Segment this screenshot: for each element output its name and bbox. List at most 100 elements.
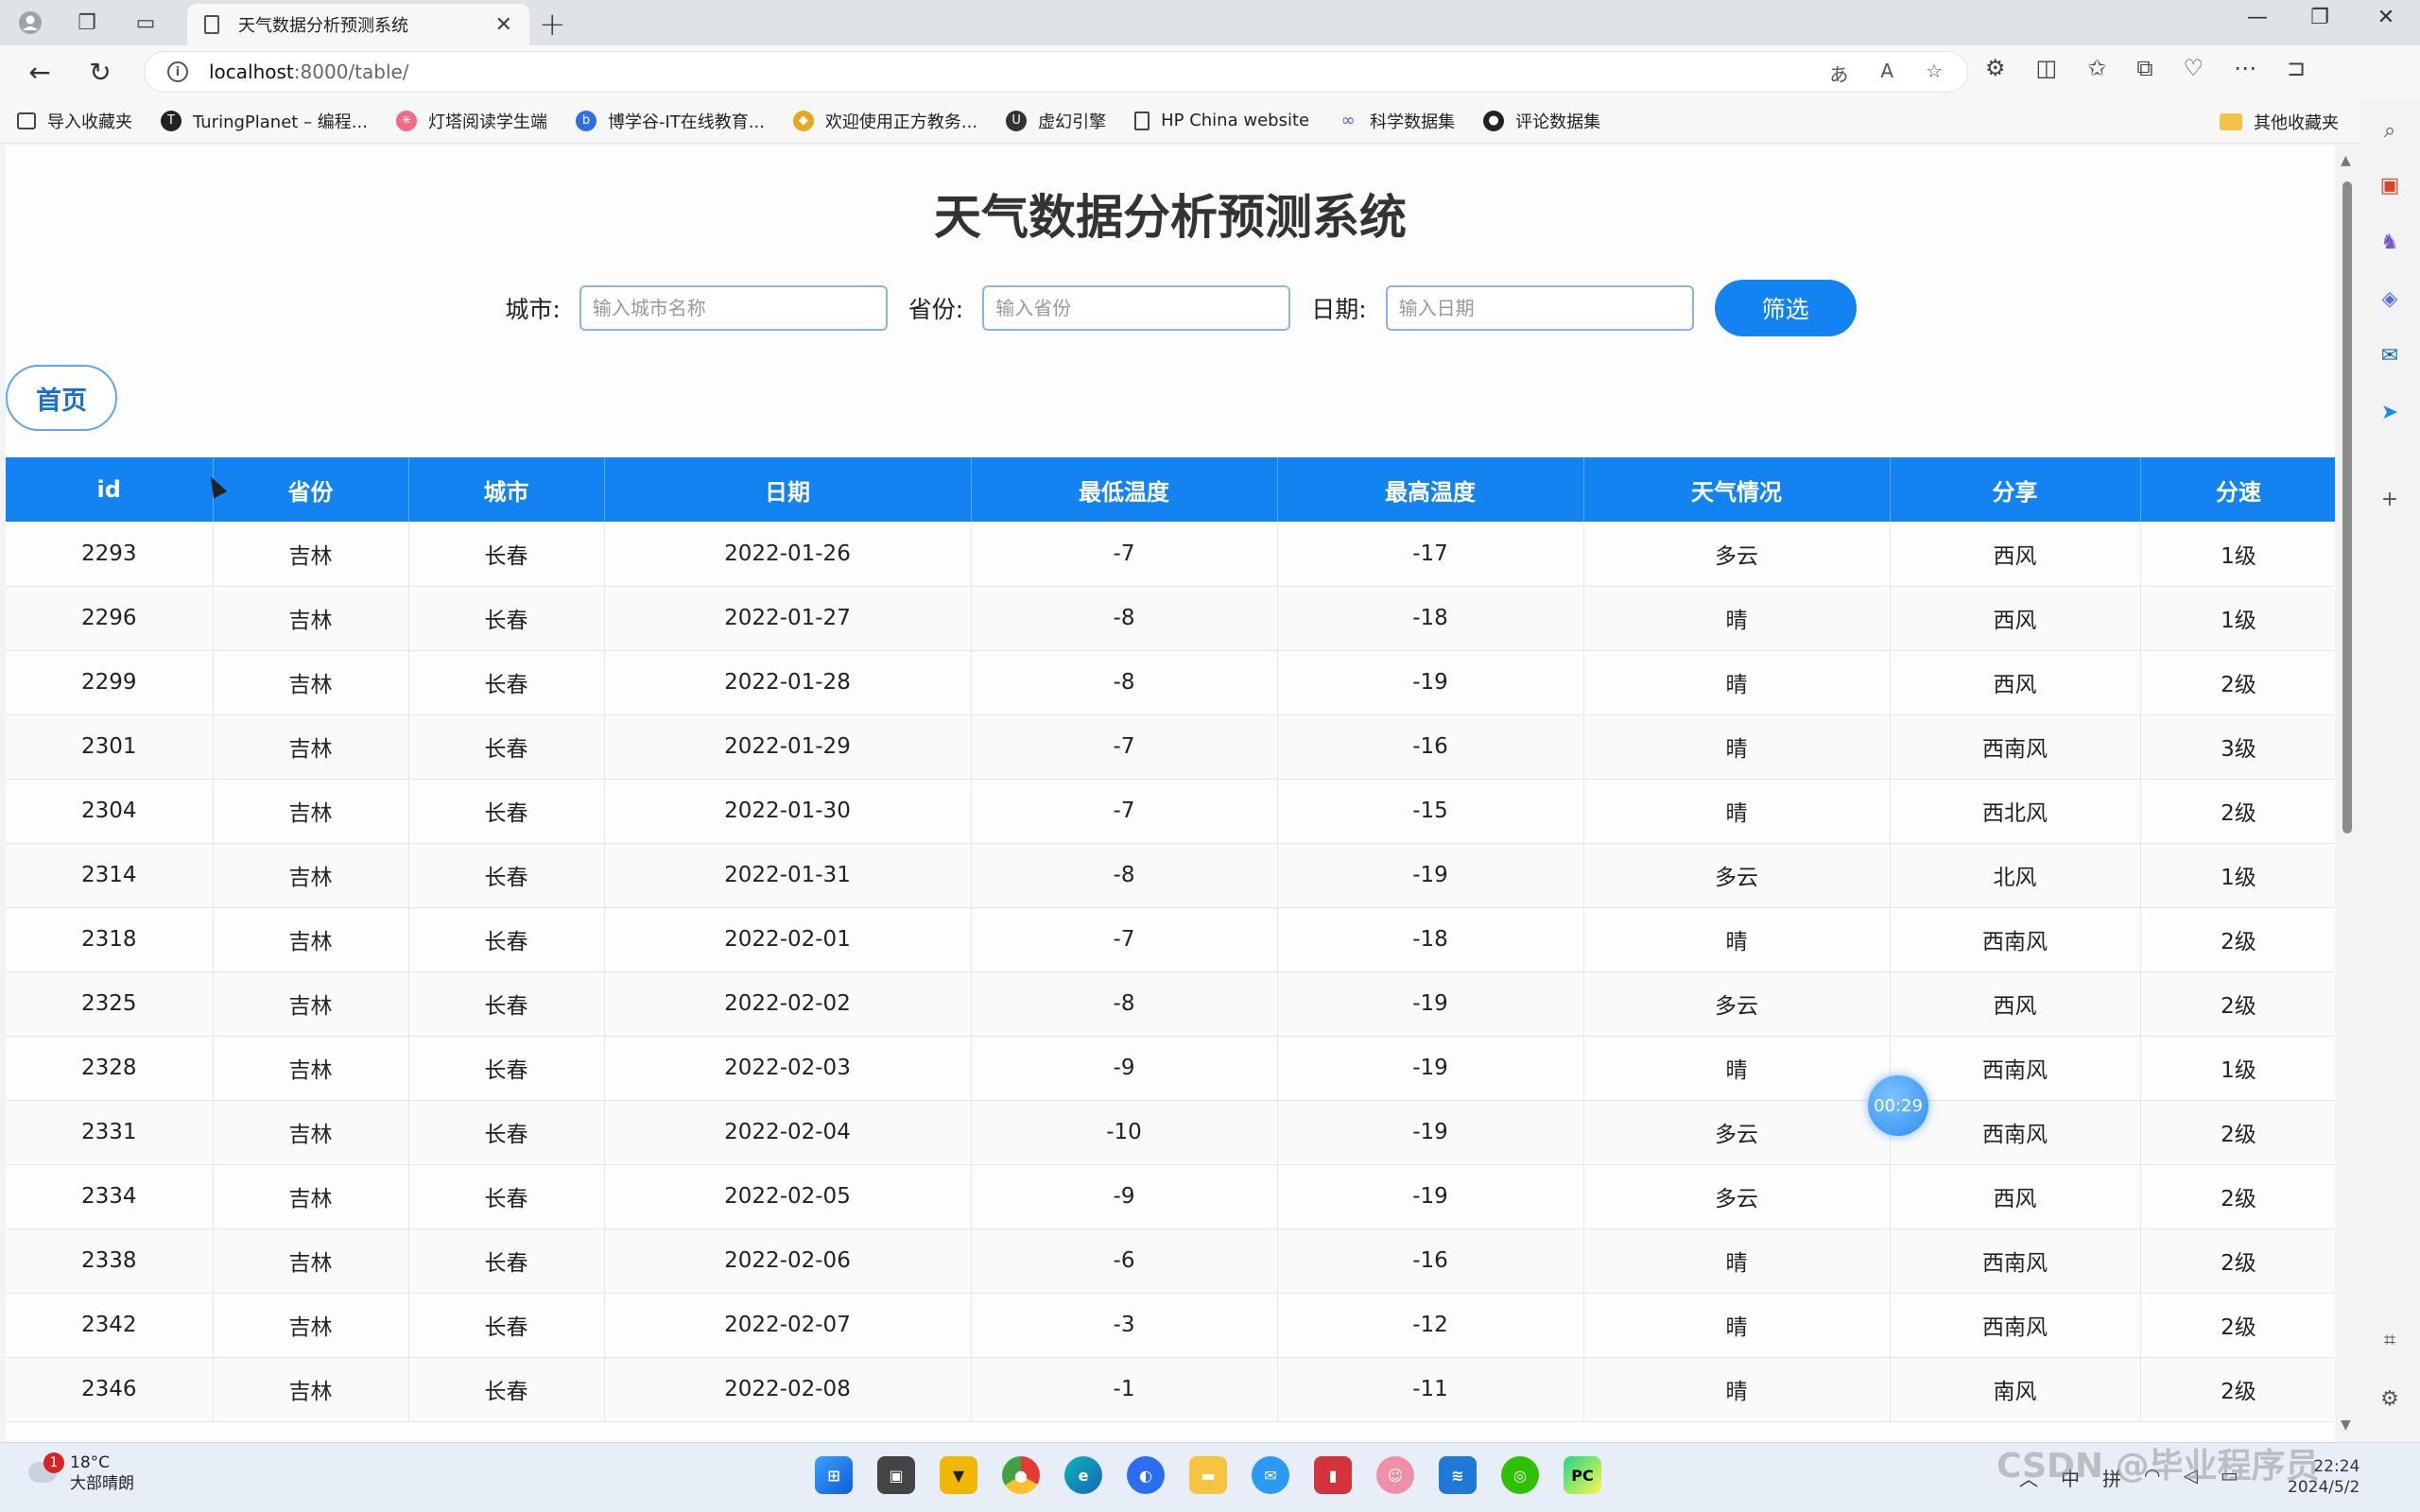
- scrollbar-thumb[interactable]: [2342, 181, 2352, 833]
- close-tab-icon[interactable]: ✕: [495, 13, 512, 37]
- profile-icon[interactable]: [13, 8, 47, 38]
- close-window-icon[interactable]: ✕: [2358, 6, 2414, 29]
- bookmark-dengta[interactable]: ✳ 灯塔阅读学生端: [395, 109, 547, 133]
- scroll-up-icon[interactable]: ▲: [2341, 153, 2351, 168]
- browser-essentials-icon[interactable]: ♡: [2183, 55, 2204, 81]
- app-red-icon[interactable]: ▮: [1314, 1456, 1352, 1494]
- tools-icon[interactable]: ▣: [2377, 172, 2403, 198]
- table-row[interactable]: 2346 吉林 长春 2022-02-08 -1 -11 晴南风 2级: [6, 1357, 2335, 1422]
- date-input[interactable]: [1385, 285, 1694, 331]
- table-row[interactable]: 2342 吉林 长春 2022-02-07 -3 -12 晴西南风 2级: [6, 1293, 2335, 1358]
- tab-active[interactable]: 天气数据分析预测系统 ✕: [187, 4, 529, 45]
- favorites-icon[interactable]: ✩: [2087, 55, 2106, 81]
- timer-badge[interactable]: 00:29: [1868, 1075, 1928, 1136]
- scroll-down-icon[interactable]: ▼: [2341, 1418, 2351, 1433]
- bookmark-zhengfang[interactable]: ◆ 欢迎使用正方教务...: [792, 109, 977, 133]
- cell-wind-speed: 2级: [2140, 1164, 2335, 1229]
- favorite-star-icon[interactable]: ☆: [1926, 60, 1943, 87]
- table-row[interactable]: 2325 吉林 长春 2022-02-02 -8 -19 多云 西风 2级: [6, 971, 2335, 1037]
- workspaces-icon[interactable]: ❐: [70, 8, 104, 38]
- province-input[interactable]: [982, 285, 1291, 331]
- edge-icon[interactable]: e: [1064, 1456, 1102, 1494]
- bookmark-boxuegu[interactable]: b 博学谷-IT在线教育...: [575, 109, 765, 133]
- chrome-icon[interactable]: ●: [1002, 1456, 1040, 1494]
- bookmark-hp[interactable]: HP China website: [1134, 111, 1309, 130]
- weather-widget[interactable]: 1 18°C 大部晴朗: [25, 1452, 134, 1494]
- read-aloud-icon[interactable]: A: [1880, 60, 1893, 87]
- table-row[interactable]: 2334 吉林 长春 2022-02-05 -9 -19 多云 西风 2级: [6, 1164, 2335, 1229]
- outlook-icon[interactable]: ✉: [2377, 342, 2403, 369]
- header-city[interactable]: 城市: [408, 457, 605, 522]
- header-weather[interactable]: 天气情况: [1583, 457, 1891, 522]
- split-screen-icon[interactable]: ◫: [2036, 55, 2058, 81]
- app-shield-icon[interactable]: ▼: [940, 1456, 977, 1494]
- bookmark-science-data[interactable]: ∞ 科学数据集: [1338, 109, 1456, 133]
- cell-min-temp: -3: [971, 1293, 1278, 1358]
- date-label: 日期:: [1311, 296, 1367, 323]
- table-row[interactable]: 2318 吉林 长春 2022-02-01 -7 -18 晴西南风 2级: [6, 907, 2335, 972]
- app-avatar-icon[interactable]: ☺: [1376, 1456, 1414, 1494]
- back-icon[interactable]: ←: [21, 55, 59, 89]
- header-province[interactable]: 省份: [213, 457, 409, 522]
- table-row[interactable]: 2293 吉林 长春 2022-01-26 -7 -17 多云 西风 1级: [6, 522, 2335, 587]
- table-row[interactable]: 2338 吉林 长春 2022-02-06 -6 -16 晴西南风 2级: [6, 1228, 2335, 1294]
- table-row[interactable]: 2314 吉林 长春 2022-01-31 -8 -19 多云 北风 1级: [6, 843, 2335, 908]
- games-icon[interactable]: ♞: [2377, 229, 2403, 255]
- table-row[interactable]: 2296 吉林 长春 2022-01-27 -8 -18 晴西风 1级: [6, 586, 2335, 651]
- address-bar[interactable]: i localhost:8000/table/ あ A ☆: [144, 51, 1968, 93]
- office-icon[interactable]: ◈: [2377, 285, 2403, 312]
- header-min-temp[interactable]: 最低温度: [971, 457, 1278, 522]
- info-icon[interactable]: i: [167, 61, 188, 82]
- new-tab-icon[interactable]: +: [539, 6, 566, 43]
- vertical-tabs-icon[interactable]: ▭: [129, 8, 163, 38]
- vscode-icon[interactable]: ≋: [1439, 1456, 1477, 1494]
- bookmark-review-data[interactable]: ● 评论数据集: [1483, 109, 1600, 133]
- search-icon[interactable]: ⌕: [2377, 117, 2403, 144]
- send-icon[interactable]: ➤: [2377, 399, 2403, 425]
- settings-icon[interactable]: ⚙: [2377, 1385, 2403, 1412]
- collections-icon[interactable]: ⧉: [2136, 55, 2152, 81]
- cell-wind-direction: 西南风: [1890, 907, 2141, 972]
- table-row[interactable]: 2331 吉林 长春 2022-02-04 -10 -19 多云 西南风 2级: [6, 1100, 2335, 1165]
- windows-start-icon[interactable]: ⊞: [815, 1456, 853, 1494]
- city-input[interactable]: [579, 285, 888, 331]
- home-button[interactable]: 首页: [6, 365, 117, 431]
- bookmark-other-folder[interactable]: 其他收藏夹: [2220, 110, 2339, 134]
- table-row[interactable]: 2328 吉林 长春 2022-02-03 -9 -19 晴西南风 1级: [6, 1036, 2335, 1101]
- extensions-icon[interactable]: ⚙: [1985, 55, 2006, 81]
- wechat-icon[interactable]: ◎: [1501, 1456, 1539, 1494]
- bookmark-import[interactable]: 导入收藏夹: [17, 109, 132, 133]
- translate-icon[interactable]: あ: [1829, 60, 1848, 87]
- header-id[interactable]: id: [6, 457, 214, 522]
- chat-icon[interactable]: ✉: [1252, 1456, 1289, 1494]
- weather-table-container: id 省份 城市 日期 最低温度 最高温度 天气情况 分享 分速 2293 吉林长…: [6, 457, 2335, 1422]
- bookmark-turingplanet[interactable]: T TuringPlanet – 编程...: [161, 109, 368, 133]
- more-icon[interactable]: ⋯: [2234, 55, 2256, 81]
- lighthouse-icon: ✳: [395, 110, 417, 131]
- filter-bar: 城市: 省份: 日期: 筛选: [6, 280, 2335, 336]
- notification-badge: 1: [43, 1452, 64, 1473]
- restore-icon[interactable]: ❐: [2291, 6, 2348, 29]
- header-date[interactable]: 日期: [604, 457, 972, 522]
- cell-max-temp: -16: [1277, 1228, 1584, 1294]
- table-row[interactable]: 2301 吉林 长春 2022-01-29 -7 -16 晴西南风 3级: [6, 714, 2335, 780]
- header-wind-speed[interactable]: 分速: [2140, 457, 2335, 522]
- bookmark-unreal[interactable]: U 虚幻引擎: [1006, 109, 1106, 133]
- table-row[interactable]: 2299 吉林 长春 2022-01-28 -8 -19 晴西风 2级: [6, 650, 2335, 715]
- app-blue-circle-icon[interactable]: ◐: [1127, 1456, 1165, 1494]
- cell-min-temp: -8: [971, 650, 1278, 715]
- refresh-icon[interactable]: ↻: [81, 55, 119, 89]
- table-row[interactable]: 2304 吉林 长春 2022-01-30 -7 -15 晴西北风 2级: [6, 779, 2335, 844]
- cell-min-temp: -10: [971, 1100, 1278, 1165]
- screenshot-icon[interactable]: ⌗: [2377, 1327, 2403, 1353]
- header-max-temp[interactable]: 最高温度: [1277, 457, 1584, 522]
- header-wind-direction[interactable]: 分享: [1890, 457, 2141, 522]
- minimize-icon[interactable]: —: [2229, 6, 2286, 29]
- filter-button[interactable]: 筛选: [1714, 280, 1857, 336]
- page-scrollbar[interactable]: ▲ ▼: [2335, 146, 2358, 1442]
- add-icon[interactable]: +: [2377, 486, 2403, 512]
- sidebar-toggle-icon[interactable]: ⊐: [2287, 55, 2306, 81]
- file-explorer-icon[interactable]: ▬: [1189, 1456, 1227, 1494]
- task-view-icon[interactable]: ▣: [877, 1456, 915, 1494]
- pycharm-icon[interactable]: PC: [1564, 1456, 1601, 1494]
